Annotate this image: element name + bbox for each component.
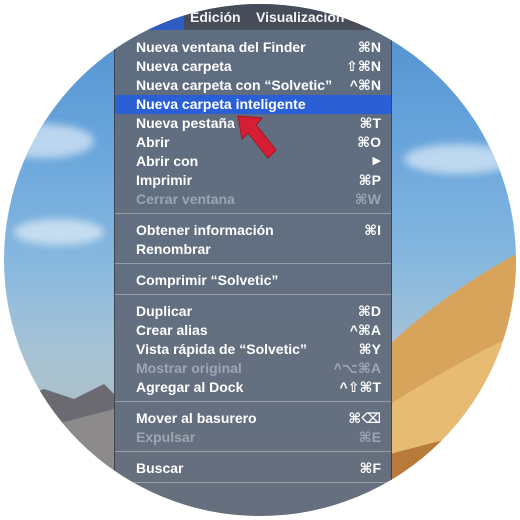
shortcut: ⇧⌘N: [346, 58, 381, 74]
shortcut: ⌘F: [359, 460, 381, 476]
menu-item-renombrar[interactable]: Renombrar: [115, 240, 391, 259]
shortcut: ^⌘A: [349, 322, 381, 338]
menu-separator: [115, 451, 391, 452]
shortcut: ⌘E: [358, 429, 381, 445]
menu-separator: [115, 401, 391, 402]
menu-item-expulsar: Expulsar ⌘E: [136, 429, 381, 445]
shortcut: ⌘N: [357, 39, 381, 55]
shortcut: ⌘W: [354, 191, 381, 207]
menu-item-nueva-ventana-finder[interactable]: Nueva ventana del Finder ⌘N: [115, 38, 391, 57]
menu-item-comprimir[interactable]: Comprimir “Solvetic”: [115, 271, 391, 290]
menu-item-mostrar-original: Mostrar original ^⌥⌘A: [136, 360, 381, 376]
menu-item-imprimir[interactable]: Imprimir ⌘P: [115, 171, 391, 190]
menubar-visualizacion[interactable]: Visualización: [256, 9, 344, 25]
menu-bar: Edición Visualización: [4, 4, 516, 30]
menu-item-agregar-al-dock[interactable]: Agregar al Dock ^⇧⌘T: [115, 378, 391, 397]
menu-separator: [115, 263, 391, 264]
menu-item-nueva-carpeta[interactable]: Nueva carpeta ⇧⌘N: [115, 57, 391, 76]
menubar-active-highlight: [112, 4, 184, 30]
menu-separator: [115, 482, 391, 483]
menu-item-cerrar-ventana: Cerrar ventana ⌘W: [136, 191, 381, 207]
menu-item-mover-al-basurero[interactable]: Mover al basurero ⌘⌫: [115, 409, 391, 428]
menu-item-duplicar[interactable]: Duplicar ⌘D: [115, 302, 391, 321]
shortcut: ^⇧⌘T: [339, 379, 381, 395]
shortcut: ^⌥⌘A: [333, 360, 381, 376]
shortcut: ⌘Y: [358, 341, 381, 357]
menu-item-crear-alias[interactable]: Crear alias ^⌘A: [115, 321, 391, 340]
shortcut: ⌘⌫: [348, 410, 381, 426]
menu-item-buscar[interactable]: Buscar ⌘F: [115, 459, 391, 478]
shortcut: ⌘D: [357, 303, 381, 319]
file-menu-dropdown: Nueva ventana del Finder ⌘N Nueva carpet…: [114, 30, 392, 516]
menu-separator: [115, 213, 391, 214]
menu-item-vista-rapida[interactable]: Vista rápida de “Solvetic” ⌘Y: [115, 340, 391, 359]
screenshot-circle: Edición Visualización Nueva ventana del …: [4, 4, 516, 516]
menu-item-obtener-informacion[interactable]: Obtener información ⌘I: [115, 221, 391, 240]
shortcut: ⌘I: [364, 222, 381, 238]
shortcut: ⌘P: [358, 172, 381, 188]
menu-item-nueva-carpeta-con-seleccion[interactable]: Nueva carpeta con “Solvetic” ^⌘N: [115, 76, 391, 95]
shortcut: ⌘T: [359, 115, 381, 131]
shortcut: ^⌘N: [349, 77, 381, 93]
red-arrow-icon: [237, 115, 277, 159]
submenu-arrow-icon: ▶: [372, 155, 381, 167]
menu-separator: [115, 294, 391, 295]
shortcut: ⌘O: [357, 134, 381, 150]
menubar-edicion[interactable]: Edición: [190, 9, 241, 25]
